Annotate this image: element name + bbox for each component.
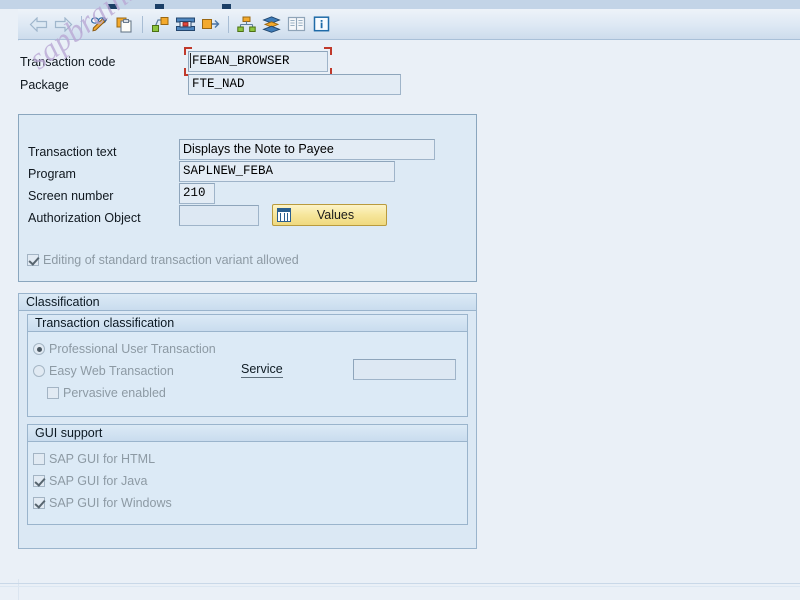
program-input[interactable]: SAPLNEW_FEBA [179, 161, 395, 182]
transaction-text-row: Transaction text [28, 141, 116, 162]
package-row: Package [20, 74, 69, 95]
checkbox-box [27, 254, 39, 266]
transaction-classification-title: Transaction classification [28, 315, 467, 332]
toolbar-separator [142, 15, 143, 33]
checkbox-box [33, 453, 45, 465]
editing-allowed-label: Editing of standard transaction variant … [43, 253, 299, 267]
program-row: Program [28, 163, 76, 184]
authorization-object-label: Authorization Object [28, 210, 141, 225]
table-grid-icon [277, 208, 291, 222]
transaction-text-label: Transaction text [28, 144, 117, 159]
transaction-code-label: Transaction code [20, 54, 116, 69]
radio-button [33, 343, 45, 355]
service-input[interactable] [353, 359, 456, 380]
where-used-icon[interactable] [198, 13, 223, 36]
transaction-text-input[interactable]: Displays the Note to Payee [179, 139, 435, 160]
focus-corner-tr [324, 47, 332, 55]
focus-corner-tl [184, 47, 192, 55]
checkbox-box [33, 497, 45, 509]
pervasive-enabled-label: Pervasive enabled [63, 386, 166, 400]
values-button[interactable]: Values [272, 204, 387, 226]
sap-gui-html-label: SAP GUI for HTML [49, 452, 156, 466]
radio-professional-user-transaction[interactable]: Professional User Transaction [33, 340, 216, 358]
sap-gui-windows-label: SAP GUI for Windows [49, 496, 172, 510]
service-label-wrap: Service [241, 362, 283, 378]
authorization-object-input[interactable] [179, 205, 259, 226]
checkbox-sap-gui-for-html[interactable]: SAP GUI for HTML [33, 450, 155, 468]
forward-arrow-icon[interactable] [51, 13, 76, 36]
copy-object-icon[interactable] [112, 13, 137, 36]
gui-support-title: GUI support [28, 425, 467, 442]
toolbar-separator [228, 15, 229, 33]
text-caret [190, 53, 191, 68]
checkbox-box [47, 387, 59, 399]
sap-gui-java-label: SAP GUI for Java [49, 474, 148, 488]
radio-easy-web-label: Easy Web Transaction [49, 364, 174, 378]
radio-button [33, 365, 45, 377]
left-rail [0, 9, 19, 600]
info-icon[interactable] [309, 13, 334, 36]
pervasive-enabled-checkbox[interactable]: Pervasive enabled [47, 384, 166, 402]
hierarchy-icon[interactable] [234, 13, 259, 36]
back-arrow-icon[interactable] [26, 13, 51, 36]
display-change-icon[interactable] [87, 13, 112, 36]
other-object-icon[interactable] [148, 13, 173, 36]
transport-icon[interactable] [173, 13, 198, 36]
service-label: Service [241, 362, 283, 378]
radio-professional-label: Professional User Transaction [49, 342, 216, 356]
package-input[interactable]: FTE_NAD [188, 74, 401, 95]
status-bar-divider-2 [0, 586, 800, 587]
package-label: Package [20, 77, 69, 92]
transaction-code-row: Transaction code [20, 51, 115, 72]
authorization-object-row: Authorization Object [28, 207, 141, 228]
editing-allowed-checkbox[interactable]: Editing of standard transaction variant … [27, 251, 299, 269]
screen-number-label: Screen number [28, 188, 114, 203]
transaction-code-input[interactable]: FEBAN_BROWSER [188, 51, 328, 72]
documentation-icon[interactable] [284, 13, 309, 36]
checkbox-box [33, 475, 45, 487]
classification-title: Classification [19, 294, 476, 311]
radio-easy-web-transaction[interactable]: Easy Web Transaction [33, 362, 174, 380]
checkbox-sap-gui-for-java[interactable]: SAP GUI for Java [33, 472, 147, 490]
screen-number-input[interactable]: 210 [179, 183, 215, 204]
screen-number-row: Screen number [28, 185, 113, 206]
program-label: Program [28, 166, 76, 181]
values-button-label: Values [316, 208, 355, 222]
status-bar-divider [0, 583, 800, 584]
stack-icon[interactable] [259, 13, 284, 36]
toolbar-separator [81, 15, 82, 33]
application-toolbar [18, 9, 800, 40]
transaction-code-field-wrap: FEBAN_BROWSER [184, 47, 332, 76]
checkbox-sap-gui-for-windows[interactable]: SAP GUI for Windows [33, 494, 172, 512]
